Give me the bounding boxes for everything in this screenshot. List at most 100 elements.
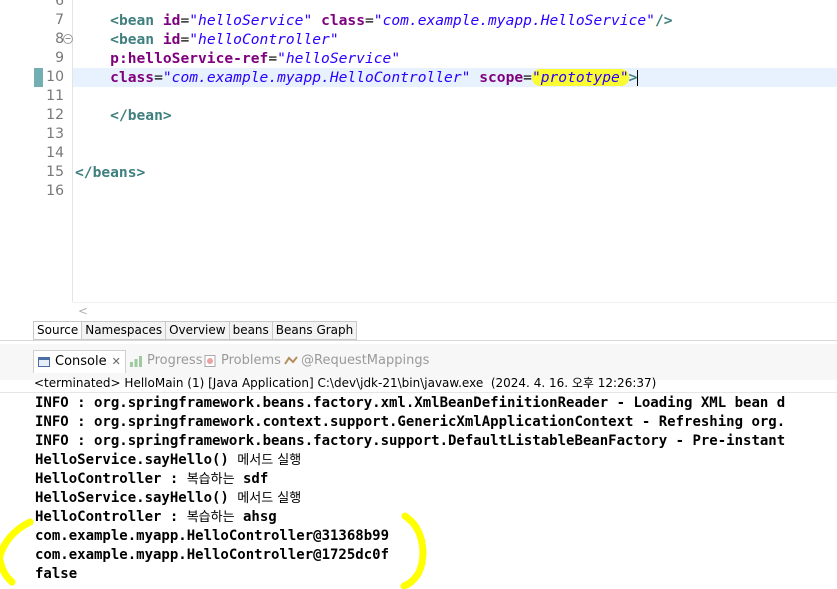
tab-problems-label: Problems bbox=[221, 353, 281, 368]
code-token: "com.example.myapp.HelloService" bbox=[373, 12, 655, 29]
line-number: 12 bbox=[46, 107, 64, 123]
console-text-korean: 복습하는 bbox=[186, 510, 235, 525]
tab-request-mappings-label: @RequestMappings bbox=[301, 353, 430, 368]
code-token: "prototype" bbox=[531, 69, 629, 86]
tab-namespaces[interactable]: Namespaces bbox=[82, 321, 167, 340]
console-line: HelloController : 복습하는 ahsg bbox=[35, 508, 277, 527]
console-text: ahsg bbox=[234, 509, 277, 525]
code-token: = bbox=[365, 12, 374, 29]
console-line: HelloController : 복습하는 sdf bbox=[35, 470, 268, 489]
xml-editor[interactable]: − 6 7 8 9 10 11 12 13 14 15 16 <bean id="helloServ… bbox=[0, 0, 837, 341]
tab-beans-graph[interactable]: Beans Graph bbox=[272, 321, 358, 340]
code-token: = bbox=[180, 31, 190, 48]
code-line[interactable]: class="com.example.myapp.HelloController… bbox=[75, 68, 639, 87]
code-token: </beans> bbox=[75, 164, 146, 181]
line-number: 9 bbox=[55, 50, 64, 66]
tab-overview[interactable]: Overview bbox=[166, 321, 230, 340]
code-token: "helloController" bbox=[189, 31, 339, 48]
tab-beans[interactable]: beans bbox=[229, 321, 273, 340]
code-token: id bbox=[162, 31, 181, 48]
code-token: = bbox=[523, 69, 532, 86]
console-text-korean: 메서드 실행 bbox=[237, 453, 302, 468]
code-token: </bean> bbox=[110, 107, 172, 124]
editor-horizontal-scrollbar[interactable]: < bbox=[73, 302, 837, 321]
console-text: INFO : org.springframework.beans.factory… bbox=[35, 395, 786, 411]
console-text-korean: 메서드 실행 bbox=[237, 491, 302, 506]
console-line: false bbox=[35, 565, 77, 584]
code-line[interactable]: </bean> bbox=[75, 106, 172, 125]
console-text: HelloService.sayHello() bbox=[35, 452, 238, 468]
tab-source[interactable]: Source bbox=[33, 321, 83, 340]
editor-page-tabs: Source Namespaces Overview beans Beans Graph bbox=[33, 321, 358, 340]
code-token: "helloService" bbox=[189, 12, 313, 29]
code-token: p:helloService-ref bbox=[110, 50, 269, 67]
code-token: "helloService" bbox=[277, 50, 401, 67]
code-line[interactable]: <bean id="helloController" bbox=[75, 30, 339, 49]
console-text: HelloController : bbox=[35, 471, 187, 487]
console-line: INFO : org.springframework.beans.factory… bbox=[35, 394, 785, 413]
console-text: INFO : org.springframework.context.suppo… bbox=[35, 414, 786, 430]
scroll-left-icon[interactable]: < bbox=[78, 304, 88, 318]
console-icon bbox=[38, 356, 50, 368]
code-line[interactable]: <bean id="helloService" class="com.examp… bbox=[75, 11, 673, 30]
console-line: com.example.myapp.HelloController@1725dc… bbox=[35, 546, 389, 565]
code-token: id bbox=[162, 12, 181, 29]
console-text: INFO : org.springframework.beans.factory… bbox=[35, 433, 786, 449]
line-number: 14 bbox=[46, 145, 64, 161]
code-token: > bbox=[628, 69, 638, 86]
code-token: /> bbox=[654, 12, 673, 29]
gutter-separator bbox=[72, 0, 73, 302]
console-text-korean: 복습하는 bbox=[186, 472, 235, 487]
code-token: <bean bbox=[110, 12, 163, 29]
code-token: = bbox=[154, 69, 163, 86]
console-process-status: <terminated> HelloMain (1) [Java Applica… bbox=[34, 376, 657, 390]
console-text: false bbox=[35, 566, 78, 582]
code-token: scope bbox=[479, 69, 524, 86]
divider bbox=[0, 340, 837, 341]
code-token: = bbox=[268, 50, 278, 67]
tab-console[interactable]: Console ✕ bbox=[33, 350, 126, 373]
console-line: INFO : org.springframework.context.suppo… bbox=[35, 413, 785, 432]
code-token: class bbox=[321, 12, 365, 29]
console-text: com.example.myapp.HelloController@1725dc… bbox=[35, 547, 390, 563]
close-icon[interactable]: ✕ bbox=[112, 353, 121, 371]
code-line[interactable]: </beans> bbox=[75, 163, 145, 182]
console-line: INFO : org.springframework.beans.factory… bbox=[35, 432, 785, 451]
console-line: com.example.myapp.HelloController@31368b… bbox=[35, 527, 389, 546]
divider bbox=[0, 392, 837, 393]
fold-collapse-icon[interactable]: − bbox=[63, 34, 73, 44]
line-number: 6 bbox=[55, 0, 64, 9]
editor-left-margin bbox=[0, 0, 30, 341]
tab-request-mappings[interactable]: @RequestMappings bbox=[284, 352, 429, 370]
line-number: 7 bbox=[55, 12, 64, 28]
code-line[interactable]: p:helloService-ref="helloService" bbox=[75, 49, 400, 68]
text-caret bbox=[637, 70, 639, 86]
code-token: class bbox=[110, 69, 155, 86]
console-text: HelloController : bbox=[35, 509, 187, 525]
line-number: 8 bbox=[55, 31, 64, 47]
code-token: = bbox=[180, 12, 190, 29]
tab-console-label: Console bbox=[55, 354, 107, 369]
tab-progress[interactable]: Progress bbox=[130, 352, 202, 370]
line-number: 15 bbox=[46, 164, 64, 180]
console-text: HelloService.sayHello() bbox=[35, 490, 238, 506]
tab-problems[interactable]: Problems bbox=[204, 352, 281, 370]
line-number: 10 bbox=[46, 69, 64, 85]
console-text: com.example.myapp.HelloController@31368b… bbox=[35, 528, 390, 544]
code-token: "com.example.myapp.HelloController" bbox=[162, 69, 471, 86]
progress-icon bbox=[130, 355, 142, 367]
line-number: 13 bbox=[46, 126, 64, 142]
line-number: 16 bbox=[46, 183, 64, 199]
console-line: HelloService.sayHello() 메서드 실행 bbox=[35, 489, 301, 508]
tab-progress-label: Progress bbox=[147, 353, 203, 368]
request-mappings-icon bbox=[284, 355, 298, 367]
console-line: HelloService.sayHello() 메서드 실행 bbox=[35, 451, 301, 470]
console-text: sdf bbox=[234, 471, 269, 487]
